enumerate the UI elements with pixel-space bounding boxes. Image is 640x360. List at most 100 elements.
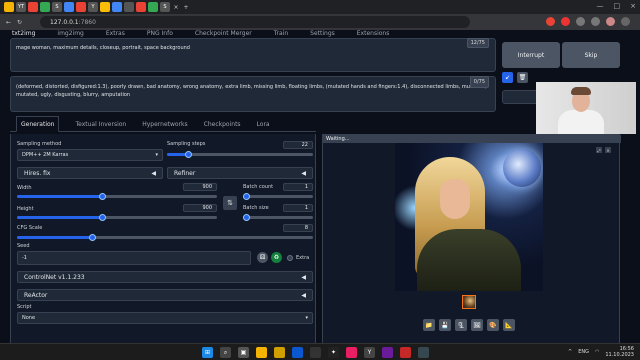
random-seed-dice-icon[interactable]: ⚄ [257,252,268,263]
windows-start-icon[interactable]: ⊞ [202,347,213,358]
slider-knob[interactable] [243,214,250,221]
width-slider[interactable] [17,193,217,200]
batch-count-input[interactable]: 1 [283,183,313,191]
reactor-accordion[interactable]: ReActor ◀ [17,289,313,301]
height-slider[interactable] [17,214,217,221]
app-icon[interactable]: Y [364,347,375,358]
send-to-inpaint-icon[interactable]: 🎨 [487,319,499,331]
tab-train[interactable]: Train [274,30,288,37]
close-tab-icon[interactable]: × [172,3,180,11]
slider-knob[interactable] [99,214,106,221]
tab-favicon-icon[interactable] [100,2,110,12]
tab-favicon-icon[interactable] [124,2,134,12]
tab-favicon-icon[interactable] [76,2,86,12]
skip-button[interactable]: Skip [562,42,620,68]
fullscreen-icon[interactable]: ⤢ [596,147,602,153]
extra-checkbox[interactable] [287,255,293,261]
tab-png-info[interactable]: PNG Info [147,30,173,37]
close-icon[interactable]: × [605,147,611,153]
tab-favicon-icon[interactable]: Y [88,2,98,12]
app-icon[interactable] [382,347,393,358]
tab-favicon-icon[interactable] [64,2,74,12]
profile-avatar-icon[interactable] [606,17,615,26]
extension-icon[interactable] [591,17,600,26]
slider-knob[interactable] [185,151,192,158]
arrow-icon[interactable]: ↙ [502,72,513,83]
width-input[interactable]: 900 [183,183,217,191]
open-folder-icon[interactable]: 📁 [423,319,435,331]
slider-knob[interactable] [89,234,96,241]
interrupt-button[interactable]: Interrupt [502,42,560,68]
app-icon[interactable] [310,347,321,358]
file-explorer-icon[interactable] [274,347,285,358]
script-select[interactable]: None ▾ [17,312,313,324]
tab-favicon-icon[interactable]: S [52,2,62,12]
tab-textual-inversion[interactable]: Textual Inversion [75,121,126,131]
save-icon[interactable]: 💾 [439,319,451,331]
tab-hypernetworks[interactable]: Hypernetworks [142,121,187,131]
menu-icon[interactable] [621,17,630,26]
refiner-accordion[interactable]: Refiner ◀ [167,167,313,179]
send-to-img2img-icon[interactable]: 🖼 [471,319,483,331]
maximize-icon[interactable]: □ [614,2,621,10]
sampling-method-select[interactable]: DPM++ 2M Karras ▾ [17,149,163,161]
tab-img2img[interactable]: img2img [57,30,83,37]
search-icon[interactable]: ⌕ [220,347,231,358]
swap-dimensions-button[interactable]: ⇅ [223,196,237,210]
send-to-extras-icon[interactable]: 📐 [503,319,515,331]
app-icon[interactable] [418,347,429,358]
tab-extensions[interactable]: Extensions [357,30,390,37]
tab-txt2img[interactable]: txt2img [12,30,35,37]
url-field[interactable]: 127.0.0.1:7860 [40,16,470,28]
tab-favicon-icon[interactable] [148,2,158,12]
tab-favicon-icon[interactable] [112,2,122,12]
batch-size-slider[interactable] [243,214,313,221]
tab-favicon-icon[interactable] [4,2,14,12]
cfg-scale-input[interactable]: 8 [283,224,313,232]
tab-generation[interactable]: Generation [16,116,60,132]
tab-favicon-icon[interactable]: S [160,2,170,12]
prompt-input[interactable]: mage woman, maximum details, closeup, po… [10,38,496,72]
clock[interactable]: 16:56 11.10.2023 [605,346,634,358]
tab-settings[interactable]: Settings [310,30,335,37]
reload-icon[interactable]: ↻ [17,19,22,26]
slider-knob[interactable] [243,193,250,200]
gallery-thumbnail[interactable] [462,295,476,309]
tab-lora[interactable]: Lora [257,121,270,131]
wifi-icon[interactable]: ◠ [595,349,599,355]
tab-favicon-icon[interactable] [136,2,146,12]
new-tab-icon[interactable]: + [182,3,190,11]
app-icon[interactable]: ✦ [328,347,339,358]
negative-prompt-input[interactable]: (deformed, distorted, disfigured:1.3), p… [10,76,496,112]
tab-favicon-icon[interactable] [28,2,38,12]
language-indicator[interactable]: ENG [578,349,589,355]
close-window-icon[interactable]: × [630,2,636,10]
generated-image[interactable] [395,143,543,291]
chrome-icon[interactable] [256,347,267,358]
sampling-steps-input[interactable]: 22 [283,141,313,149]
tab-favicon-icon[interactable] [40,2,50,12]
app-icon[interactable] [292,347,303,358]
zip-icon[interactable]: 🗜 [455,319,467,331]
tab-extras[interactable]: Extras [106,30,125,37]
trash-icon[interactable]: 🗑 [517,72,528,83]
reuse-seed-recycle-icon[interactable]: ♻ [271,252,282,263]
app-icon[interactable] [400,347,411,358]
slider-knob[interactable] [99,193,106,200]
tab-checkpoints[interactable]: Checkpoints [204,121,241,131]
batch-count-slider[interactable] [243,193,313,200]
extension-icon[interactable] [561,17,570,26]
batch-size-input[interactable]: 1 [283,204,313,212]
cfg-scale-slider[interactable] [17,234,313,241]
seed-input[interactable]: -1 [17,251,251,265]
back-icon[interactable]: ← [6,19,11,26]
tab-checkpoint-merger[interactable]: Checkpoint Merger [195,30,252,37]
extension-icon[interactable] [546,17,555,26]
sampling-steps-slider[interactable] [167,151,313,158]
app-icon[interactable] [346,347,357,358]
tab-favicon-icon[interactable]: YT [16,2,26,12]
height-input[interactable]: 900 [183,204,217,212]
extension-icon[interactable] [576,17,585,26]
chevron-up-icon[interactable]: ^ [568,349,572,355]
hires-fix-accordion[interactable]: Hires. fix ◀ [17,167,163,179]
